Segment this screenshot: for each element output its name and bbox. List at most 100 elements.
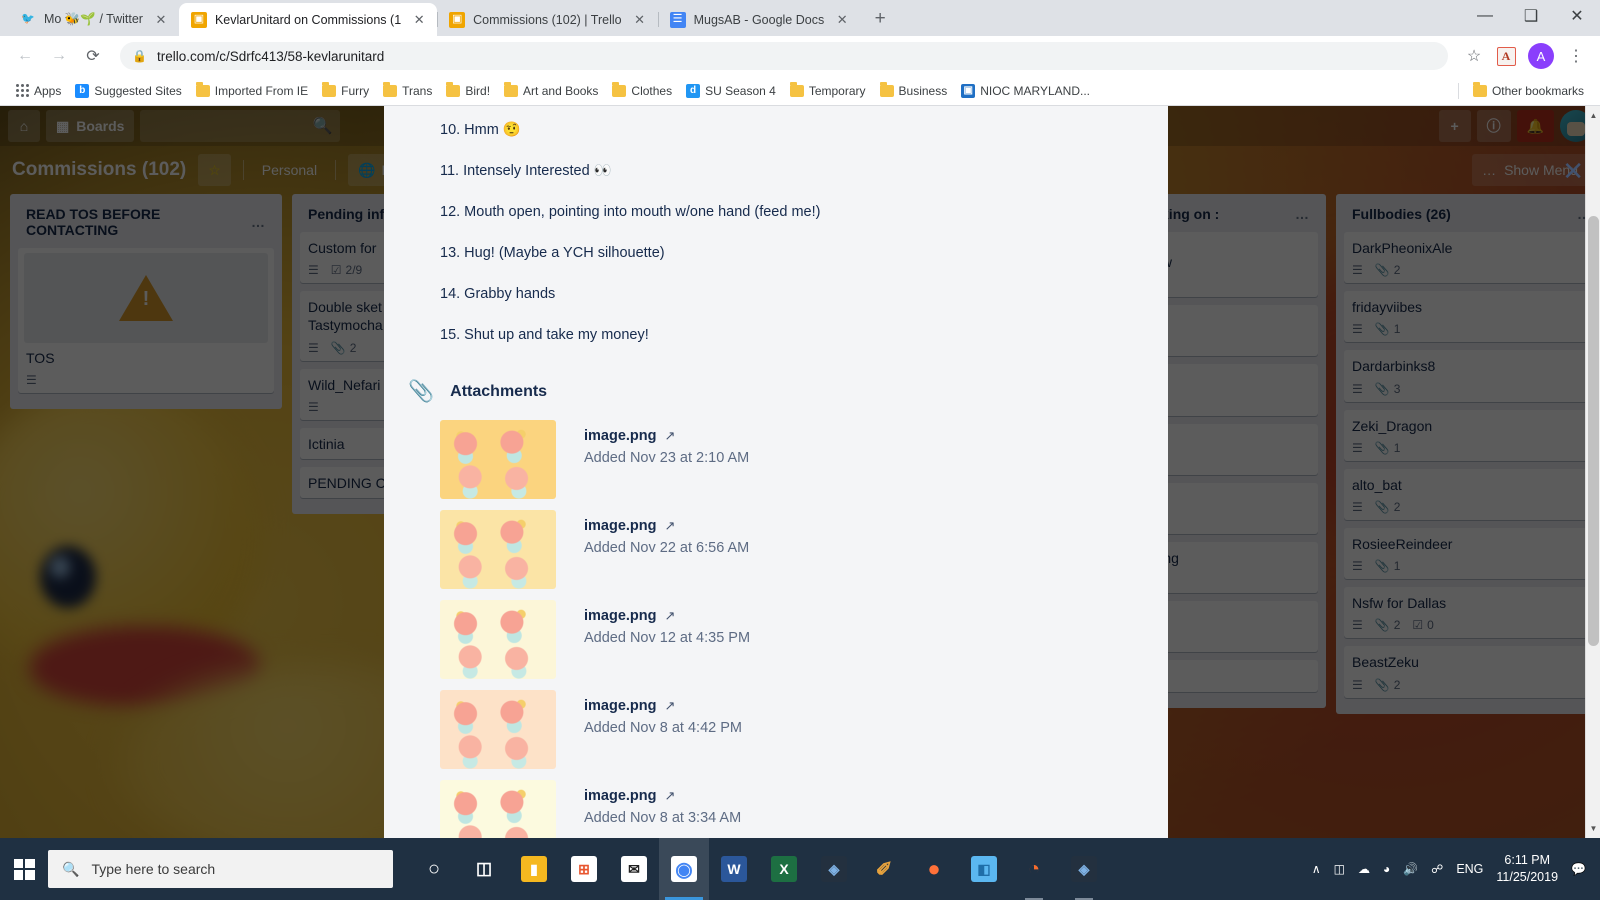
taskbar-clip-studio-paint-button[interactable]: ◈ [809, 838, 859, 900]
close-icon[interactable]: ✕ [632, 12, 648, 28]
mail-icon: ✉ [621, 856, 647, 882]
close-icon[interactable]: ✕ [834, 12, 850, 28]
scrollbar-thumb[interactable] [1588, 216, 1599, 646]
clock[interactable]: 6:11 PM 11/25/2019 [1496, 852, 1558, 886]
bookmark-apps[interactable]: Apps [10, 81, 67, 101]
close-icon[interactable]: ✕ [411, 12, 427, 28]
description-item: 14. Grabby hands [440, 286, 556, 303]
bookmark-suggested-sites[interactable]: b Suggested Sites [69, 81, 187, 101]
start-button[interactable] [0, 838, 48, 900]
bookmark-label: Business [898, 83, 948, 98]
taskbar-mail-button[interactable]: ✉ [609, 838, 659, 900]
attachment-meta: image.png ↗ Added Nov 8 at 3:34 AM [584, 780, 741, 826]
bookmark-other-bookmarks[interactable]: Other bookmarks [1467, 81, 1590, 101]
bluetooth-icon[interactable]: ☍ [1431, 862, 1443, 876]
bookmark-business[interactable]: Business [874, 81, 954, 101]
taskbar-search-input[interactable]: 🔍 Type here to search [48, 850, 393, 888]
attachment-name-row[interactable]: image.png ↗ [584, 698, 742, 714]
attachment-thumbnail[interactable] [440, 600, 556, 680]
thumbnail-artwork [440, 510, 556, 590]
description-item: 12. Mouth open, pointing into mouth w/on… [440, 204, 821, 221]
taskbar-task-view-button[interactable]: ◫ [459, 838, 509, 900]
taskbar-microsoft-store-button[interactable]: ⊞ [559, 838, 609, 900]
bookmark-temporary[interactable]: Temporary [784, 81, 872, 101]
attachment-thumbnail[interactable] [440, 510, 556, 590]
attachment-name-row[interactable]: image.png ↗ [584, 788, 741, 804]
attachment-thumbnail[interactable] [440, 420, 556, 500]
address-bar[interactable]: 🔒 trello.com/c/Sdrfc413/58-kevlarunitard [120, 42, 1448, 70]
taskbar-chrome-button[interactable]: ◉ [659, 838, 709, 900]
search-placeholder: Type here to search [91, 861, 216, 877]
card-detail-modal: 10. Hmm 🤨 11. Intensely Interested 👀 12.… [384, 106, 1168, 838]
forward-button[interactable]: → [44, 41, 74, 71]
minimize-button[interactable]: — [1462, 0, 1508, 32]
bookmark-star-icon[interactable]: ☆ [1460, 42, 1488, 70]
close-icon[interactable]: ✕ [153, 12, 169, 28]
maximize-button[interactable]: ❑ [1508, 0, 1554, 32]
cloud-icon[interactable]: ☁ [1358, 862, 1370, 876]
bookmark-nioc-maryland[interactable]: ▣ NIOC MARYLAND... [955, 81, 1096, 101]
language-indicator[interactable]: ENG [1456, 862, 1483, 876]
attachment-item[interactable]: image.png ↗ Added Nov 12 at 4:35 PM [440, 600, 1112, 680]
microsoft-word-icon: W [721, 856, 747, 882]
taskbar-affinity-designer-button[interactable]: ◧ [959, 838, 1009, 900]
browser-tab-commissions-trello[interactable]: ▣ Commissions (102) | Trello ✕ [437, 3, 658, 36]
taskbar-cortana-button[interactable]: ○ [409, 838, 459, 900]
taskbar-origin-button[interactable]: ◔ [1009, 838, 1059, 900]
attachment-item[interactable]: image.png ↗ Added Nov 8 at 4:42 PM [440, 690, 1112, 770]
back-button[interactable]: ← [10, 41, 40, 71]
browser-tab-mugsab-google-docs[interactable]: ☰ MugsAB - Google Docs ✕ [657, 3, 861, 36]
adobe-pdf-extension-icon[interactable]: A [1492, 42, 1520, 70]
external-link-icon[interactable]: ↗ [665, 428, 676, 444]
taskbar-excel-button[interactable]: X [759, 838, 809, 900]
attachment-thumbnail[interactable] [440, 780, 556, 838]
microsoft-excel-icon: X [771, 856, 797, 882]
attachment-name-row[interactable]: image.png ↗ [584, 608, 750, 624]
attachment-item[interactable]: image.png ↗ Added Nov 22 at 6:56 AM [440, 510, 1112, 590]
external-link-icon[interactable]: ↗ [665, 788, 676, 804]
attachment-meta: image.png ↗ Added Nov 22 at 6:56 AM [584, 510, 749, 556]
browser-tab-twitter[interactable]: 🐦 Mo 🐝🌱 / Twitter ✕ [8, 3, 179, 36]
bookmark-furry[interactable]: Furry [316, 81, 375, 101]
attachment-filename: image.png [584, 698, 657, 715]
page-scrollbar[interactable]: ▲ ▼ [1585, 106, 1600, 838]
google-chrome-icon: ◉ [671, 856, 697, 882]
taskbar-paint-tool-sai-button[interactable]: ✐ [859, 838, 909, 900]
browser-tab-kevlarunitard[interactable]: ▣ KevlarUnitard on Commissions (1 ✕ [178, 3, 438, 36]
external-link-icon[interactable]: ↗ [665, 518, 676, 534]
wifi-icon[interactable]: ◕ [1383, 862, 1390, 876]
bookmark-label: NIOC MARYLAND... [980, 83, 1091, 98]
bookmark-imported-from-ie[interactable]: Imported From IE [190, 81, 314, 101]
scroll-down-arrow[interactable]: ▼ [1586, 821, 1600, 836]
reload-button[interactable]: ⟳ [78, 41, 108, 71]
bookmark-trans[interactable]: Trans [377, 81, 438, 101]
drive-icon: d [686, 83, 701, 98]
affinity-designer-icon: ◧ [971, 856, 997, 882]
profile-avatar[interactable]: A [1528, 43, 1554, 69]
taskbar-clip-studio-paint-2-button[interactable]: ◈ [1059, 838, 1109, 900]
attachment-name-row[interactable]: image.png ↗ [584, 428, 749, 444]
taskbar-word-button[interactable]: W [709, 838, 759, 900]
scroll-up-arrow[interactable]: ▲ [1586, 108, 1600, 123]
tab-title: Commissions (102) | Trello [473, 12, 622, 27]
bookmark-clothes[interactable]: Clothes [606, 81, 678, 101]
new-tab-button[interactable]: + [866, 5, 894, 33]
close-window-button[interactable]: ✕ [1554, 0, 1600, 32]
attachment-item[interactable]: image.png ↗ Added Nov 23 at 2:10 AM [440, 420, 1112, 500]
bookmark-bird[interactable]: Bird! [440, 81, 496, 101]
external-link-icon[interactable]: ↗ [665, 698, 676, 714]
external-link-icon[interactable]: ↗ [665, 608, 676, 624]
battery-icon[interactable]: ◫ [1334, 862, 1345, 876]
bookmark-su-season-4[interactable]: d SU Season 4 [680, 81, 782, 101]
taskbar-firefox-button[interactable]: ● [909, 838, 959, 900]
taskbar-file-explorer-button[interactable]: ▮ [509, 838, 559, 900]
speaker-icon[interactable]: 🔊 [1403, 862, 1418, 876]
close-card-icon[interactable]: ✕ [1562, 158, 1584, 184]
attachment-item[interactable]: image.png ↗ Added Nov 8 at 3:34 AM [440, 780, 1112, 838]
show-hidden-icons-icon[interactable]: ∧ [1312, 862, 1321, 876]
chrome-menu-icon[interactable]: ⋮ [1562, 42, 1590, 70]
notification-icon[interactable]: 💬 [1571, 862, 1586, 876]
attachment-thumbnail[interactable] [440, 690, 556, 770]
attachment-name-row[interactable]: image.png ↗ [584, 518, 749, 534]
bookmark-art-and-books[interactable]: Art and Books [498, 81, 604, 101]
